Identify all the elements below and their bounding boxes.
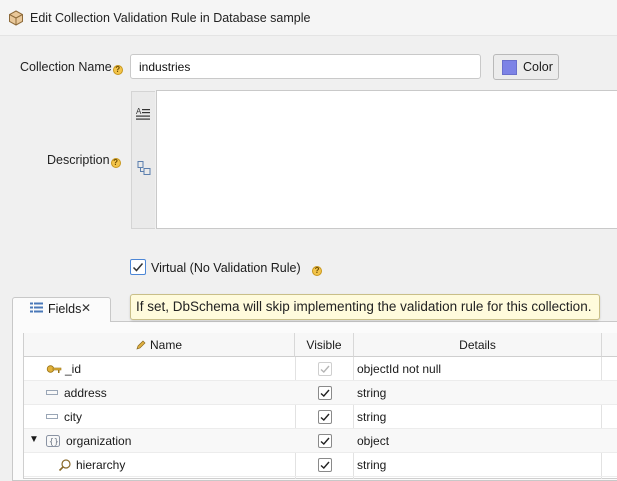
visible-checkbox[interactable] xyxy=(318,362,332,376)
svg-text:{}: {} xyxy=(49,437,59,446)
text-format-icon[interactable]: A xyxy=(135,106,151,122)
table-row[interactable]: _id objectId not null xyxy=(24,357,617,381)
column-header-visible[interactable]: Visible xyxy=(295,333,354,357)
description-label-group: Description? xyxy=(47,153,121,168)
virtual-checkbox-label: Virtual (No Validation Rule) xyxy=(151,261,301,275)
field-details: objectId not null xyxy=(357,362,442,376)
pencil-icon xyxy=(136,340,146,350)
expand-arrow-icon[interactable]: ▼ xyxy=(29,434,39,445)
field-details: string xyxy=(357,458,387,472)
description-textarea[interactable] xyxy=(156,90,617,229)
object-icon: {} xyxy=(46,435,60,447)
visible-checkbox[interactable] xyxy=(318,458,332,472)
close-icon[interactable]: ✕ xyxy=(81,301,91,315)
svg-text:A: A xyxy=(136,107,142,116)
field-icon xyxy=(46,414,58,419)
insert-link-icon[interactable] xyxy=(136,160,152,176)
help-icon[interactable]: ? xyxy=(112,65,123,75)
color-button[interactable]: Color xyxy=(493,54,559,80)
visible-checkbox[interactable] xyxy=(318,410,332,424)
description-label: Description xyxy=(47,153,110,167)
checkmark-icon xyxy=(320,437,330,445)
field-name: organization xyxy=(66,434,132,448)
checkmark-icon xyxy=(132,263,144,272)
checkmark-icon xyxy=(320,461,330,469)
column-header-details[interactable]: Details xyxy=(354,333,602,357)
field-name: city xyxy=(64,410,82,424)
virtual-checkbox[interactable] xyxy=(130,259,146,275)
field-details: object xyxy=(357,434,390,448)
table-row[interactable]: ▼ {} organization object xyxy=(24,429,617,453)
column-visible-label: Visible xyxy=(306,337,342,352)
help-icon[interactable]: ? xyxy=(312,266,323,276)
field-name: hierarchy xyxy=(76,458,126,472)
table-row[interactable]: hierarchy string xyxy=(24,453,617,477)
help-icon[interactable]: ? xyxy=(110,158,121,168)
fields-list-icon xyxy=(30,302,43,313)
color-button-label: Color xyxy=(523,60,553,74)
field-name: address xyxy=(64,386,107,400)
app-box-icon xyxy=(9,10,23,26)
window-title: Edit Collection Validation Rule in Datab… xyxy=(30,11,311,25)
column-name-label: Name xyxy=(149,337,182,352)
column-header-name[interactable]: Name xyxy=(24,333,295,357)
visible-checkbox[interactable] xyxy=(318,434,332,448)
key-icon xyxy=(46,365,62,373)
column-details-label: Details xyxy=(459,337,496,352)
checkmark-icon xyxy=(320,389,330,397)
checkmark-icon xyxy=(320,365,330,373)
field-details: string xyxy=(357,410,387,424)
collection-name-label: Collection Name xyxy=(20,60,112,74)
virtual-label-group: Virtual (No Validation Rule) ? xyxy=(151,261,323,276)
collection-name-label-group: Collection Name? xyxy=(20,60,123,75)
tooltip: If set, DbSchema will skip implementing … xyxy=(130,294,600,320)
visible-checkbox[interactable] xyxy=(318,386,332,400)
field-details: string xyxy=(357,386,387,400)
field-name: _id xyxy=(65,362,82,376)
table-row[interactable]: city string xyxy=(24,405,617,429)
collection-name-input[interactable] xyxy=(130,54,481,79)
color-swatch xyxy=(502,59,517,75)
column-header-extra xyxy=(602,333,617,357)
table-row[interactable]: address string xyxy=(24,381,617,405)
field-icon xyxy=(46,390,58,395)
search-field-icon xyxy=(58,459,71,472)
checkmark-icon xyxy=(320,413,330,421)
tab-fields-label: Fields xyxy=(48,302,82,316)
